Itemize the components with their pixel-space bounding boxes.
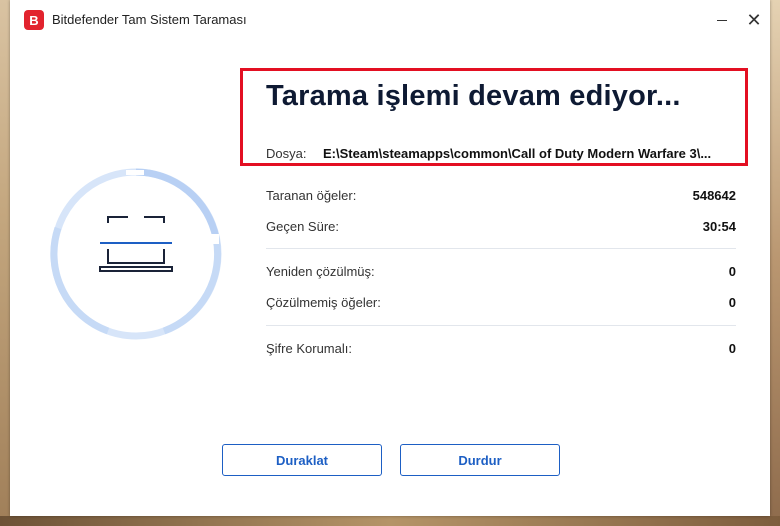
file-label: Dosya: [266,146,307,161]
stat-value: 30:54 [702,219,736,234]
stat-value: 548642 [692,188,736,203]
scan-window: B Bitdefender Tam Sistem Taraması ✕ Tara… [10,0,770,516]
stat-value: 0 [728,295,736,310]
desktop-background-bottom [0,516,780,526]
ring-gap [211,234,219,244]
bitdefender-logo-icon: B [24,10,44,30]
divider [266,248,736,249]
scan-status-heading: Tarama işlemi devam ediyor... [266,80,681,112]
stat-label: Çözülmemiş öğeler: [266,295,381,310]
stat-row-scanned: Taranan öğeler: 548642 [266,188,736,208]
ring-gap [126,170,144,175]
close-button[interactable]: ✕ [739,7,769,33]
divider [266,325,736,326]
stat-row-elapsed: Geçen Süre: 30:54 [266,219,736,239]
laptop-base [99,266,173,272]
stat-value: 0 [728,341,736,356]
stat-row-password-protected: Şifre Korumalı: 0 [266,341,736,361]
stat-value: 0 [728,264,736,279]
laptop-screen-bottom [107,249,165,264]
desktop-background-left [0,0,10,526]
laptop-scan-icon [99,216,173,272]
stat-label: Taranan öğeler: [266,188,357,203]
current-file-path: E:\Steam\steamapps\common\Call of Duty M… [323,146,712,161]
minimize-button[interactable] [707,7,737,33]
stat-row-unresolved: Çözülmemiş öğeler: 0 [266,295,736,315]
minimize-icon [717,19,727,21]
pause-button[interactable]: Duraklat [222,444,382,476]
desktop-background-right [770,0,780,526]
stat-label: Geçen Süre: [266,219,339,234]
stat-label: Şifre Korumalı: [266,341,352,356]
laptop-screen-top-left [107,216,128,223]
title-bar[interactable]: B Bitdefender Tam Sistem Taraması ✕ [10,0,770,42]
stat-label: Yeniden çözülmüş: [266,264,375,279]
laptop-screen-top-right [144,216,165,223]
stop-button[interactable]: Durdur [400,444,560,476]
window-title: Bitdefender Tam Sistem Taraması [52,12,247,27]
stat-row-resolved: Yeniden çözülmüş: 0 [266,264,736,284]
